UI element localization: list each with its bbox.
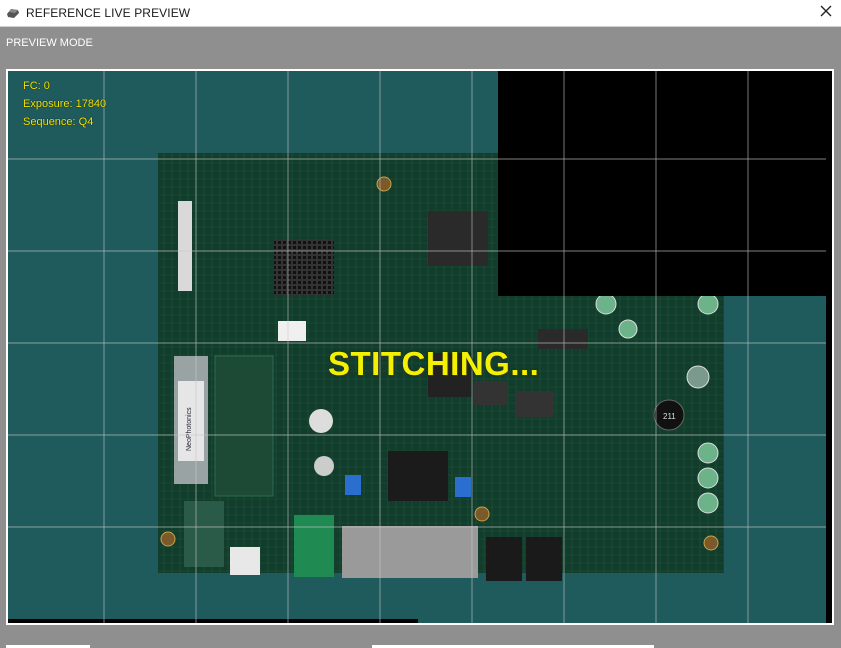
- live-preview-viewport[interactable]: NeoPhotonics 211 FC: 0 Exposure: 17840 S…: [6, 69, 834, 625]
- preview-mode-label: PREVIEW MODE: [6, 37, 93, 49]
- title-bar: REFERENCE LIVE PREVIEW: [0, 0, 841, 27]
- exposure-readout: Exposure: 17840: [23, 98, 107, 110]
- heatsink: [274, 239, 334, 295]
- camera-icon: [6, 6, 20, 20]
- sequence-readout: Sequence: Q4: [23, 116, 94, 128]
- close-icon: [820, 4, 832, 22]
- bottom-bar: [0, 631, 841, 648]
- chip-label: 211: [663, 412, 676, 421]
- ethernet-ports: [342, 526, 478, 578]
- frame-count-readout: FC: 0: [23, 80, 50, 92]
- vendor-label: NeoPhotonics: [186, 407, 193, 451]
- window-title: REFERENCE LIVE PREVIEW: [26, 6, 191, 20]
- close-button[interactable]: [811, 0, 841, 26]
- stitching-status: STITCHING...: [328, 345, 540, 382]
- unscanned-region: [498, 71, 832, 296]
